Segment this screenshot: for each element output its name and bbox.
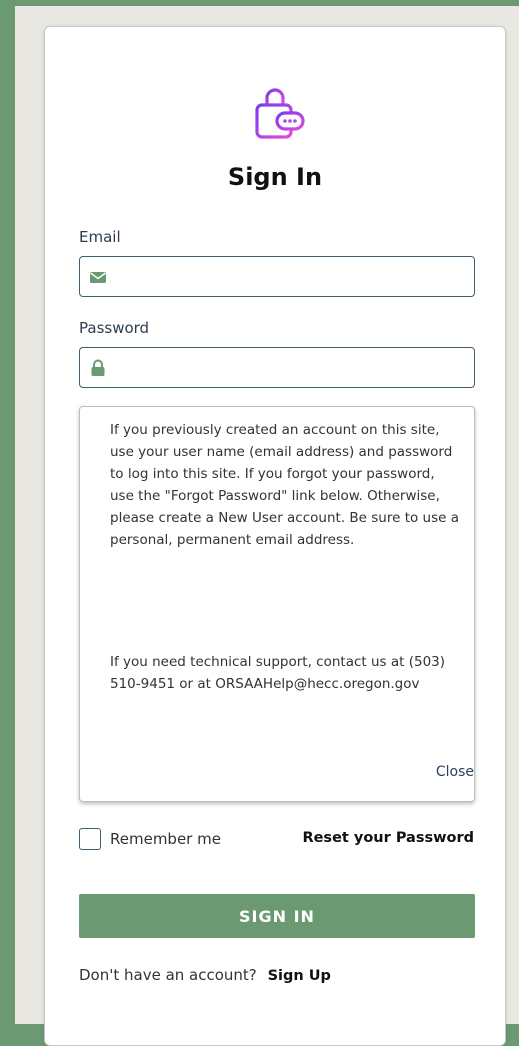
sign-in-button[interactable]: SIGN IN	[79, 894, 475, 938]
email-label: Email	[79, 228, 121, 246]
envelope-icon	[90, 271, 106, 283]
lock-wallet-icon	[255, 88, 305, 139]
password-label: Password	[79, 319, 150, 337]
email-field[interactable]	[79, 256, 475, 297]
signup-prompt: Don't have an account?	[79, 966, 257, 984]
email-input[interactable]	[107, 257, 474, 296]
sign-up-link[interactable]: Sign Up	[268, 968, 331, 984]
signup-row: Don't have an account? Sign Up	[79, 966, 331, 984]
remember-checkbox[interactable]	[79, 828, 101, 850]
info-popover: If you previously created an account on …	[79, 406, 475, 802]
info-paragraph-1: If you previously created an account on …	[110, 422, 460, 548]
sign-in-card: Sign In Email Password If you previously…	[44, 26, 506, 1046]
info-paragraph-2: If you need technical support, contact u…	[110, 654, 446, 692]
remember-row: Remember me	[79, 828, 221, 850]
remember-label[interactable]: Remember me	[110, 830, 221, 848]
lock-icon	[91, 359, 105, 376]
page-title: Sign In	[227, 163, 323, 191]
close-link[interactable]: Close	[436, 764, 474, 780]
password-input[interactable]	[107, 348, 474, 387]
reset-password-link[interactable]: Reset your Password	[302, 830, 474, 846]
password-field[interactable]	[79, 347, 475, 388]
